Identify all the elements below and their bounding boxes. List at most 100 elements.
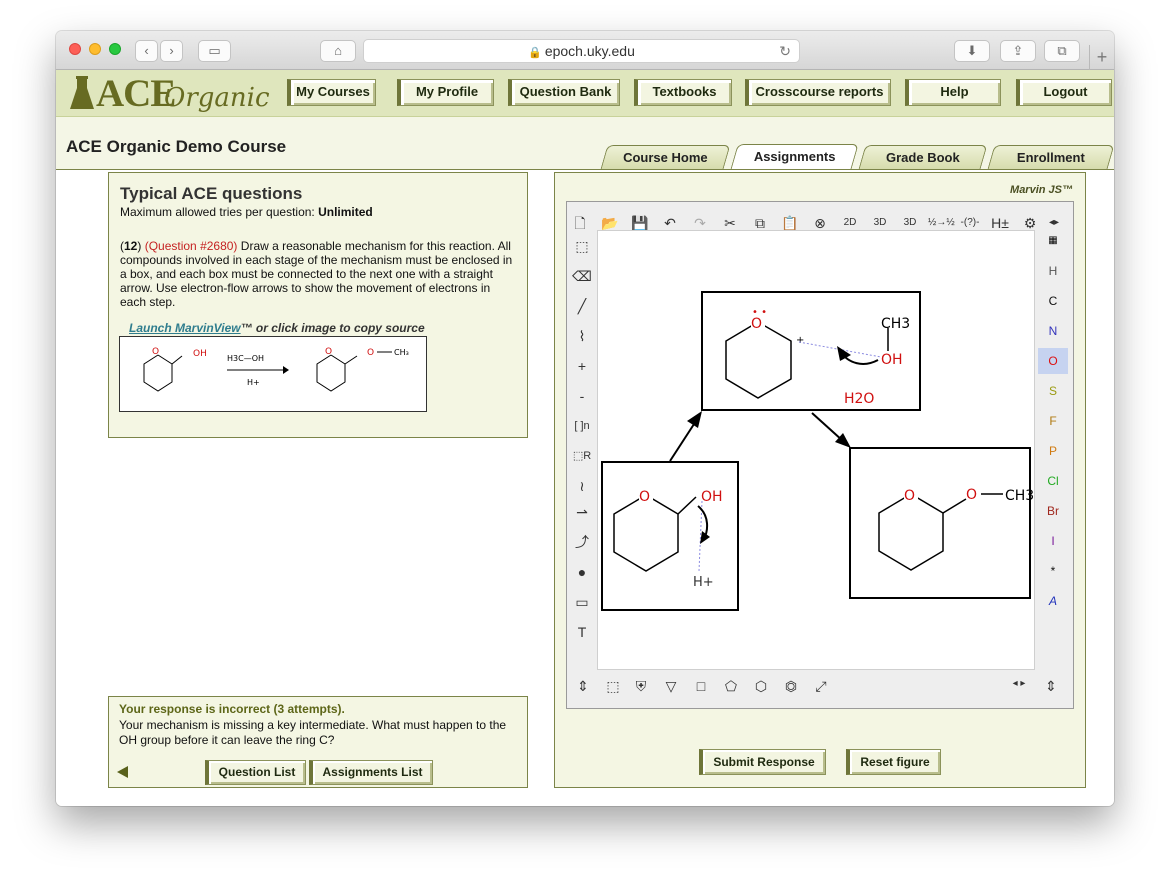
download-icon[interactable]: ⬇: [954, 40, 990, 62]
selection-icon[interactable]: ⬚: [570, 234, 594, 258]
chain-icon[interactable]: ⌇: [570, 324, 594, 348]
rectangle-icon[interactable]: ▭: [570, 590, 594, 614]
browser-window: ‹ › ▭ ⌂ 🔒 epoch.uky.edu ↻ ⬇ ⇪ ⧉ + ACE Org…: [56, 31, 1114, 806]
element-scroll-icon[interactable]: ⇕: [1039, 678, 1063, 700]
nav-logout[interactable]: Logout: [1016, 79, 1112, 106]
benzene-template-icon[interactable]: ⏣: [779, 678, 803, 700]
new-document-icon[interactable]: 🗋: [568, 212, 592, 234]
question-id: (Question #2680): [144, 239, 238, 253]
horizontal-scroll-icon[interactable]: ◂ ▸: [1007, 678, 1031, 700]
back-arrow-icon[interactable]: [117, 766, 128, 778]
square-template-icon[interactable]: □: [689, 678, 713, 700]
nav-help[interactable]: Help: [905, 79, 1001, 106]
back-icon[interactable]: ‹: [135, 40, 158, 62]
svg-text:+: +: [796, 335, 804, 346]
new-tab-icon[interactable]: +: [1089, 45, 1114, 70]
sgroup-icon[interactable]: [ ]n: [570, 414, 594, 438]
element-br[interactable]: Br: [1038, 498, 1068, 524]
browser-toolbar: ‹ › ▭ ⌂ 🔒 epoch.uky.edu ↻ ⬇ ⇪ ⧉ +: [56, 31, 1114, 70]
element-s[interactable]: S: [1038, 378, 1068, 404]
element-atom-list[interactable]: A: [1038, 588, 1068, 614]
reaction-arrow-icon[interactable]: ⇀: [570, 500, 594, 524]
share-icon[interactable]: ⇪: [1000, 40, 1036, 62]
increase-charge-icon[interactable]: +: [570, 354, 594, 378]
template-scroll-icon[interactable]: ⇕: [571, 678, 595, 700]
question-number: 12: [124, 239, 138, 253]
tab-label: Assignments: [753, 149, 836, 164]
periodic-table-icon[interactable]: ▦: [1038, 228, 1068, 254]
triangle-template-icon[interactable]: ▽: [659, 678, 683, 700]
canvas-oh-label: OH: [881, 352, 903, 368]
marvin-title: Marvin JS™: [1010, 184, 1073, 196]
reset-figure-button[interactable]: Reset figure: [846, 749, 941, 775]
marvin-panel: Marvin JS™ 🗋 📂 💾 ↶ ↷ ✂ ⧉ 📋 ⊗ 2D 3D 3D ½→…: [554, 172, 1086, 788]
resize-handle-icon[interactable]: ⤢: [809, 678, 833, 700]
nav-my-profile[interactable]: My Profile: [397, 79, 494, 106]
tab-label: Grade Book: [886, 150, 960, 165]
element-any[interactable]: *: [1038, 558, 1068, 584]
tabs-icon[interactable]: ⧉: [1044, 40, 1080, 62]
assignments-list-button[interactable]: Assignments List: [309, 760, 433, 785]
catalyst-text: H+: [247, 378, 260, 387]
canvas-h2o-label: H2O: [844, 391, 874, 407]
nav-crosscourse-reports[interactable]: Crosscourse reports: [745, 79, 891, 106]
max-tries: Maximum allowed tries per question: Unli…: [120, 205, 373, 219]
tab-course-home[interactable]: Course Home: [600, 145, 731, 169]
launch-marvinview-link[interactable]: Launch MarvinView: [129, 321, 241, 335]
logo-organic-text: Organic: [164, 83, 270, 113]
element-i[interactable]: I: [1038, 528, 1068, 554]
nav-my-courses[interactable]: My Courses: [287, 79, 376, 106]
sidebar-icon[interactable]: ▭: [198, 40, 231, 62]
alkane-template-icon[interactable]: ⛨: [629, 678, 653, 700]
tab-label: Enrollment: [1016, 150, 1085, 165]
svg-text:OH: OH: [701, 489, 723, 505]
element-f[interactable]: F: [1038, 408, 1068, 434]
decrease-charge-icon[interactable]: -: [570, 384, 594, 408]
template-library-icon[interactable]: ⬚: [601, 678, 625, 700]
radical-icon[interactable]: ●: [570, 560, 594, 584]
site-header: ACE Organic My Courses My Profile Questi…: [56, 70, 1114, 117]
electron-flow-arrow-icon[interactable]: ⤴: [570, 530, 594, 554]
svg-text:O: O: [152, 347, 159, 357]
close-window-button[interactable]: [69, 43, 81, 55]
hexagon-template-icon[interactable]: ⬡: [749, 678, 773, 700]
reaction-image[interactable]: O OH H3C—OH H+ O O CH₃: [119, 336, 427, 412]
element-h[interactable]: H: [1038, 258, 1068, 284]
canvas-ch3-right-label: CH3: [1005, 488, 1034, 504]
eraser-icon[interactable]: ⌫: [570, 264, 594, 288]
element-cl[interactable]: Cl: [1038, 468, 1068, 494]
tab-enrollment[interactable]: Enrollment: [987, 145, 1114, 169]
submit-response-button[interactable]: Submit Response: [699, 749, 826, 775]
home-icon[interactable]: ⌂: [320, 40, 356, 62]
element-c[interactable]: C: [1038, 288, 1068, 314]
svg-text:• •: • •: [752, 307, 767, 318]
question-heading: Typical ACE questions: [120, 184, 303, 203]
nav-textbooks[interactable]: Textbooks: [634, 79, 732, 106]
lock-icon: 🔒: [528, 47, 542, 59]
marvin-editor: 🗋 📂 💾 ↶ ↷ ✂ ⧉ 📋 ⊗ 2D 3D 3D ½→½ -(?)- H± …: [566, 201, 1074, 709]
question-list-button[interactable]: Question List: [205, 760, 306, 785]
wavy-bond-icon[interactable]: ≀: [570, 474, 594, 498]
tab-assignments[interactable]: Assignments: [730, 144, 859, 170]
rgroup-icon[interactable]: ⬚R: [570, 444, 594, 468]
text-icon[interactable]: T: [570, 620, 594, 644]
element-o[interactable]: O: [1038, 348, 1068, 374]
address-bar[interactable]: 🔒 epoch.uky.edu ↻: [363, 39, 800, 63]
element-n[interactable]: N: [1038, 318, 1068, 344]
max-tries-value: Unlimited: [318, 205, 373, 219]
pentagon-template-icon[interactable]: ⬠: [719, 678, 743, 700]
launch-suffix: ™ or click image to copy source: [240, 321, 425, 335]
svg-text:OH: OH: [193, 349, 207, 359]
nav-question-bank[interactable]: Question Bank: [508, 79, 620, 106]
drawing-canvas[interactable]: O • • + CH3 OH H2O O OH H+ O O CH3: [597, 230, 1035, 670]
svg-text:O: O: [325, 347, 332, 357]
reload-icon[interactable]: ↻: [779, 40, 791, 62]
single-bond-icon[interactable]: ╱: [570, 294, 594, 318]
question-panel: Typical ACE questions Maximum allowed tr…: [108, 172, 528, 438]
minimize-window-button[interactable]: [89, 43, 101, 55]
element-p[interactable]: P: [1038, 438, 1068, 464]
forward-icon[interactable]: ›: [160, 40, 183, 62]
reagent-text: H3C—OH: [227, 354, 264, 363]
tab-grade-book[interactable]: Grade Book: [858, 145, 988, 169]
zoom-window-button[interactable]: [109, 43, 121, 55]
